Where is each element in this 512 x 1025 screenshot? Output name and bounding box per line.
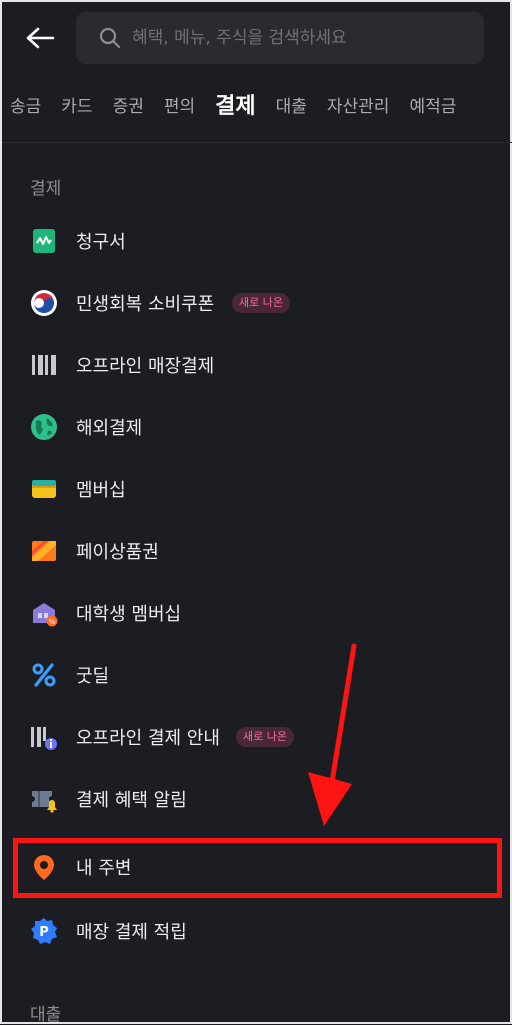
menu-item-good-deal[interactable]: 굿딜: [2, 648, 512, 702]
wallet-icon: [32, 480, 56, 498]
menu-label: 오프라인 결제 안내: [76, 728, 220, 749]
search-input[interactable]: [132, 24, 472, 52]
menu-item-recovery-coupon[interactable]: 민생회복 소비쿠폰 새로 나온: [2, 276, 512, 330]
korea-emblem-icon: [31, 290, 57, 316]
barcode-icon: [32, 355, 56, 375]
menu-label: 해외결제: [76, 418, 143, 439]
tab-asset-management[interactable]: 자산관리: [327, 92, 390, 117]
section-title-payment: 결제: [30, 179, 62, 199]
search-box[interactable]: [76, 12, 484, 64]
menu-label: 굿딜: [76, 666, 110, 687]
arrow-left-icon: [26, 27, 55, 49]
menu-label: 결제 혜택 알림: [76, 790, 187, 811]
menu-label: 멤버십: [76, 480, 126, 501]
back-button[interactable]: [22, 22, 58, 54]
point-badge-icon: P: [31, 918, 57, 944]
university-icon: %: [33, 603, 58, 627]
svg-text:P: P: [39, 925, 49, 940]
menu-label: 페이상품권: [76, 542, 159, 563]
menu-label: 오프라인 매장결제: [76, 356, 215, 377]
svg-text:%: %: [49, 618, 56, 626]
menu-label: 청구서: [76, 232, 126, 253]
menu-item-bill[interactable]: 청구서: [2, 214, 512, 268]
category-tabs: 송금 카드 증권 편의 결제 대출 자산관리 예적금: [2, 82, 512, 126]
menu-item-offline-store-payment[interactable]: 오프라인 매장결제: [2, 338, 512, 392]
barcode-info-icon: [31, 727, 57, 750]
menu-label: 매장 결제 적립: [76, 922, 187, 943]
menu-item-pay-gift-card[interactable]: 페이상품권: [2, 524, 512, 578]
menu-item-offline-payment-guide[interactable]: 오프라인 결제 안내 새로 나온: [2, 710, 512, 764]
ticket-bell-icon: [32, 791, 57, 813]
tab-payment[interactable]: 결제: [215, 88, 255, 120]
divider: [2, 142, 512, 143]
new-badge: 새로 나온: [236, 727, 294, 747]
highlight-box: [13, 838, 502, 898]
percent-icon: [32, 663, 56, 687]
section-title-loan: 대출: [30, 1005, 62, 1025]
tab-loan[interactable]: 대출: [276, 92, 307, 117]
menu-label: 민생회복 소비쿠폰: [76, 294, 215, 315]
tab-convenience[interactable]: 편의: [164, 92, 195, 117]
tab-stocks[interactable]: 증권: [113, 92, 144, 117]
globe-icon: [31, 414, 57, 440]
menu-item-store-payment-points[interactable]: P 매장 결제 적립: [2, 904, 512, 958]
gift-card-icon: [32, 541, 56, 561]
menu-item-overseas-payment[interactable]: 해외결제: [2, 400, 512, 454]
menu-item-membership[interactable]: 멤버십: [2, 462, 512, 516]
tab-transfer[interactable]: 송금: [10, 92, 41, 117]
bill-icon: [33, 229, 55, 253]
app-screen: 송금 카드 증권 편의 결제 대출 자산관리 예적금 결제 청구서 민생회복 소…: [0, 0, 512, 1025]
menu-item-payment-benefit-alert[interactable]: 결제 혜택 알림: [2, 772, 512, 826]
menu-label: 대학생 멤버십: [76, 604, 182, 625]
new-badge: 새로 나온: [232, 293, 290, 313]
search-icon: [99, 27, 121, 49]
menu-item-student-membership[interactable]: % 대학생 멤버십: [2, 586, 512, 640]
annotation-arrow-icon: [308, 643, 357, 826]
tab-card[interactable]: 카드: [61, 92, 92, 117]
tab-savings[interactable]: 예적금: [409, 92, 456, 117]
